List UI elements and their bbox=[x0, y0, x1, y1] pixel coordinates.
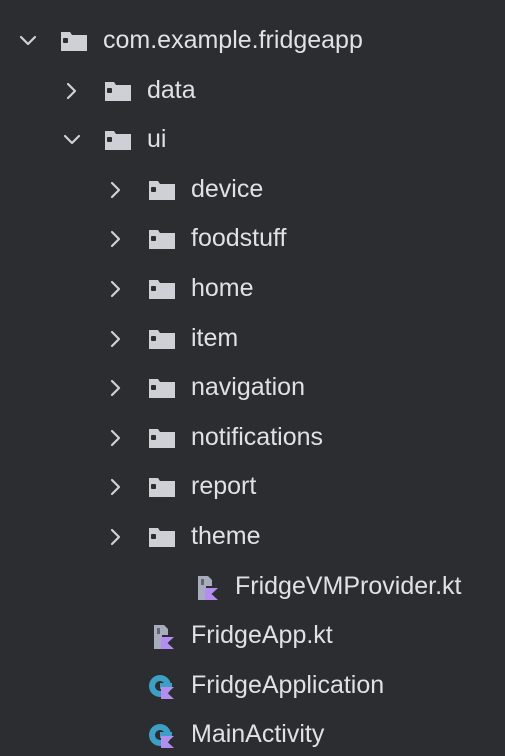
project-tool-window: { "colors": { "background": "#2b2d30", "… bbox=[0, 0, 505, 756]
chevron-down-icon[interactable] bbox=[62, 130, 82, 150]
tree-item-label: FridgeApp.kt bbox=[191, 621, 333, 650]
tree-row-folder-ui[interactable]: ui bbox=[0, 115, 505, 165]
tree-item-label: FridgeVMProvider.kt bbox=[235, 571, 462, 600]
tree-row-folder-item[interactable]: item bbox=[0, 314, 505, 364]
folder-icon bbox=[148, 376, 176, 400]
folder-icon bbox=[148, 426, 176, 450]
tree-row-folder-device[interactable]: device bbox=[0, 165, 505, 215]
tree-item-label: MainActivity bbox=[191, 720, 325, 749]
kotlin-file-icon bbox=[192, 575, 220, 600]
folder-icon bbox=[148, 277, 176, 301]
folder-icon bbox=[104, 128, 132, 152]
tree-row-folder-data[interactable]: data bbox=[0, 66, 505, 116]
tree-row-folder-report[interactable]: report bbox=[0, 462, 505, 512]
tree-item-label: device bbox=[191, 174, 264, 203]
tree-row-file-fridgevmprovider-kt[interactable]: FridgeVMProvider.kt bbox=[0, 562, 505, 612]
folder-icon bbox=[104, 79, 132, 103]
tree-item-label: home bbox=[191, 273, 254, 302]
folder-icon bbox=[148, 227, 176, 251]
chevron-right-icon[interactable] bbox=[106, 428, 126, 448]
kotlin-file-icon bbox=[148, 624, 176, 650]
tree-item-label: navigation bbox=[191, 373, 305, 402]
tree-row-folder-home[interactable]: home bbox=[0, 264, 505, 314]
tree-row-package-com-example-fridgeapp[interactable]: com.example.fridgeapp bbox=[0, 16, 505, 66]
tree-item-label: FridgeApplication bbox=[191, 670, 385, 699]
kotlin-class-icon bbox=[148, 723, 176, 749]
tree-item-label: item bbox=[191, 323, 239, 352]
chevron-right-icon[interactable] bbox=[106, 229, 126, 249]
chevron-right-icon[interactable] bbox=[106, 329, 126, 349]
folder-icon bbox=[148, 178, 176, 202]
chevron-right-icon[interactable] bbox=[106, 279, 126, 299]
tree-item-label: theme bbox=[191, 521, 261, 550]
tree-item-label: foodstuff bbox=[191, 224, 287, 253]
tree-item-label: ui bbox=[147, 125, 167, 154]
chevron-right-icon[interactable] bbox=[106, 180, 126, 200]
tree-row-class-mainactivity[interactable]: MainActivity bbox=[0, 710, 505, 756]
chevron-down-icon[interactable] bbox=[18, 31, 38, 51]
tree-row-folder-theme[interactable]: theme bbox=[0, 512, 505, 562]
chevron-right-icon[interactable] bbox=[106, 477, 126, 497]
folder-icon bbox=[148, 327, 176, 351]
tree-item-label: com.example.fridgeapp bbox=[103, 26, 363, 54]
chevron-right-icon[interactable] bbox=[106, 378, 126, 398]
folder-icon bbox=[60, 29, 88, 53]
tree-item-label: notifications bbox=[191, 422, 324, 451]
tree-row-folder-navigation[interactable]: navigation bbox=[0, 363, 505, 413]
chevron-right-icon[interactable] bbox=[106, 527, 126, 547]
folder-icon bbox=[148, 525, 176, 549]
tree-row-folder-notifications[interactable]: notifications bbox=[0, 413, 505, 463]
folder-icon bbox=[148, 475, 176, 499]
tree-row-file-fridgeapp-kt[interactable]: FridgeApp.kt bbox=[0, 611, 505, 661]
tree-row-class-fridgeapplication[interactable]: FridgeApplication bbox=[0, 661, 505, 711]
tree-item-label: data bbox=[147, 75, 196, 104]
kotlin-class-icon bbox=[148, 674, 176, 699]
tree-row-folder-foodstuff[interactable]: foodstuff bbox=[0, 214, 505, 264]
project-tree: com.example.fridgeapp data ui device foodstu… bbox=[0, 16, 505, 756]
tree-item-label: report bbox=[191, 472, 257, 501]
chevron-right-icon[interactable] bbox=[62, 81, 82, 101]
